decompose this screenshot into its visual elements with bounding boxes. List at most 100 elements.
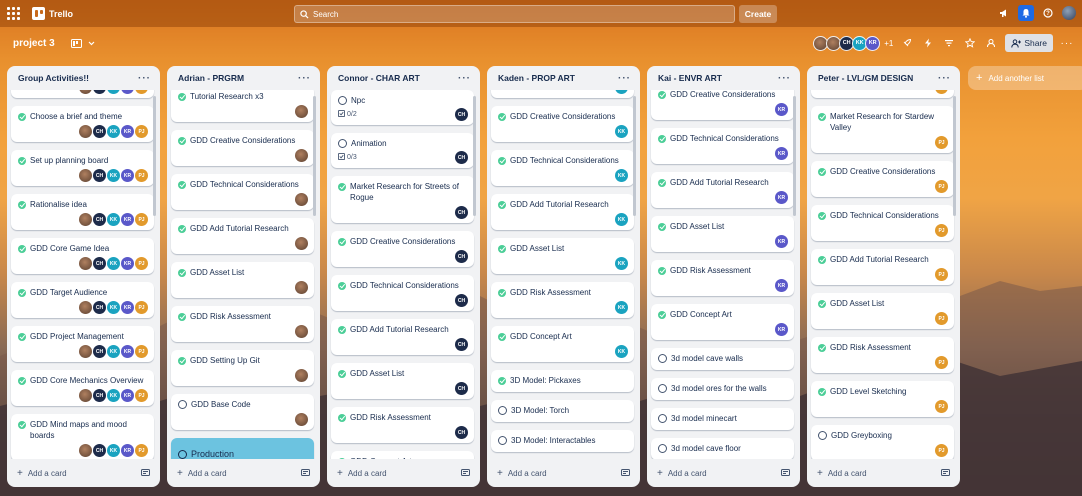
card-member-avatar[interactable]: PJ: [935, 356, 948, 369]
task-card[interactable]: GDD Target Audience CH KK KR PJ: [11, 282, 154, 318]
card-member-avatar[interactable]: PJ: [935, 268, 948, 281]
complete-check-icon[interactable]: [658, 178, 666, 187]
task-card[interactable]: 3d model cave floor: [651, 438, 794, 459]
card-member-avatar[interactable]: [295, 281, 308, 294]
add-card-button[interactable]: + Add a card: [177, 468, 227, 479]
task-card[interactable]: GDD Creative Considerations KR: [651, 90, 794, 120]
card-member-avatar[interactable]: [295, 325, 308, 338]
complete-check-icon[interactable]: [498, 332, 506, 341]
power-ups-rocket-icon[interactable]: [900, 36, 914, 50]
card-member-avatar[interactable]: [295, 149, 308, 162]
complete-check-icon[interactable]: [498, 156, 506, 165]
task-card[interactable]: Production: [171, 438, 314, 459]
card-member-avatar[interactable]: CH: [455, 206, 468, 219]
task-card[interactable]: GDD Add Tutorial Research: [171, 218, 314, 254]
trello-logo[interactable]: Trello: [32, 7, 73, 20]
task-card[interactable]: GDD Creative Considerations CH: [331, 231, 474, 267]
complete-check-icon[interactable]: [338, 369, 346, 378]
notifications-bell-icon[interactable]: [1018, 5, 1034, 21]
member-avatar[interactable]: KR: [865, 35, 881, 51]
task-card[interactable]: GDD Creative Considerations PJ: [811, 161, 954, 197]
complete-check-icon[interactable]: [178, 268, 186, 277]
list-menu-icon[interactable]: ···: [938, 73, 951, 84]
list-menu-icon[interactable]: ···: [298, 73, 311, 84]
complete-check-icon[interactable]: [18, 200, 26, 209]
incomplete-circle-icon[interactable]: [658, 384, 667, 393]
card-member-avatar[interactable]: CH: [93, 257, 106, 270]
task-card[interactable]: GDD Risk Assessment: [171, 306, 314, 342]
list-menu-icon[interactable]: ···: [458, 73, 471, 84]
list-scrollbar[interactable]: [633, 96, 636, 216]
complete-check-icon[interactable]: [338, 237, 346, 246]
list-header[interactable]: Adrian - PRGRM ···: [167, 66, 320, 90]
card-member-avatar[interactable]: KK: [107, 90, 120, 94]
complete-check-icon[interactable]: [818, 387, 826, 396]
complete-check-icon[interactable]: [498, 200, 506, 209]
complete-check-icon[interactable]: [338, 457, 346, 459]
list-title[interactable]: Adrian - PRGRM: [178, 73, 244, 83]
add-another-list-button[interactable]: + Add another list: [968, 66, 1082, 90]
card-member-avatar[interactable]: CH: [455, 108, 468, 121]
card-member-avatar[interactable]: CH: [455, 250, 468, 263]
complete-check-icon[interactable]: [498, 244, 506, 253]
board-view-switcher[interactable]: [70, 38, 95, 48]
list-header[interactable]: Kai - ENVR ART ···: [647, 66, 800, 90]
create-from-template-icon[interactable]: [461, 468, 470, 479]
list-scrollbar[interactable]: [153, 96, 156, 216]
task-card[interactable]: Npc 0/2 CH: [331, 90, 474, 125]
card-member-avatar[interactable]: PJ: [135, 301, 148, 314]
complete-check-icon[interactable]: [818, 167, 826, 176]
task-card[interactable]: 3d model ores for the walls: [651, 378, 794, 400]
card-member-avatar[interactable]: KR: [121, 444, 134, 457]
task-card[interactable]: GDD Core Game Idea CH KK KR PJ: [11, 238, 154, 274]
card-member-avatar[interactable]: KR: [775, 147, 788, 160]
task-card[interactable]: PJ: [811, 90, 954, 98]
complete-check-icon[interactable]: [338, 325, 346, 334]
add-card-button[interactable]: + Add a card: [337, 468, 387, 479]
list-header[interactable]: Peter - LVL/GM DESIGN ···: [807, 66, 960, 90]
task-card[interactable]: GDD Creative Considerations KK: [491, 106, 634, 142]
task-card[interactable]: GDD Risk Assessment PJ: [811, 337, 954, 373]
task-card[interactable]: 3d model cave walls: [651, 348, 794, 370]
task-card[interactable]: GDD Technical Considerations CH: [331, 275, 474, 311]
task-card[interactable]: GDD Asset List CH: [331, 363, 474, 399]
complete-check-icon[interactable]: [178, 312, 186, 321]
incomplete-circle-icon[interactable]: [658, 414, 667, 423]
add-card-button[interactable]: + Add a card: [17, 468, 67, 479]
card-member-avatar[interactable]: PJ: [935, 444, 948, 457]
card-member-avatar[interactable]: KR: [121, 389, 134, 402]
complete-check-icon[interactable]: [18, 112, 26, 121]
visibility-workspace-icon[interactable]: [984, 36, 998, 50]
list-header[interactable]: Connor - CHAR ART ···: [327, 66, 480, 90]
incomplete-circle-icon[interactable]: [498, 406, 507, 415]
card-member-avatar[interactable]: [79, 125, 92, 138]
automation-lightning-icon[interactable]: [921, 36, 935, 50]
list-scrollbar[interactable]: [793, 96, 796, 216]
task-card[interactable]: 3d model minecart: [651, 408, 794, 430]
card-member-avatar[interactable]: PJ: [935, 312, 948, 325]
incomplete-circle-icon[interactable]: [498, 436, 507, 445]
task-card[interactable]: 3D Model: Pickaxes: [491, 370, 634, 392]
complete-check-icon[interactable]: [658, 222, 666, 231]
card-member-avatar[interactable]: PJ: [135, 345, 148, 358]
card-member-avatar[interactable]: [79, 90, 92, 94]
incomplete-circle-icon[interactable]: [178, 400, 187, 409]
card-member-avatar[interactable]: [295, 237, 308, 250]
complete-check-icon[interactable]: [338, 413, 346, 422]
account-avatar[interactable]: [1062, 6, 1076, 20]
add-card-button[interactable]: + Add a card: [657, 468, 707, 479]
board-title[interactable]: project 3: [13, 38, 55, 49]
search-input[interactable]: Search: [294, 5, 735, 23]
complete-check-icon[interactable]: [18, 420, 26, 429]
app-switcher-icon[interactable]: [6, 7, 20, 21]
task-card[interactable]: GDD Technical Considerations KK: [491, 150, 634, 186]
card-member-avatar[interactable]: KR: [121, 257, 134, 270]
card-member-avatar[interactable]: [79, 345, 92, 358]
task-card[interactable]: GDD Technical Considerations: [171, 174, 314, 210]
card-member-avatar[interactable]: CH: [93, 125, 106, 138]
card-member-avatar[interactable]: KR: [121, 90, 134, 94]
complete-check-icon[interactable]: [178, 180, 186, 189]
card-member-avatar[interactable]: [295, 105, 308, 118]
card-member-avatar[interactable]: CH: [93, 169, 106, 182]
task-card[interactable]: Tutorial Research x3: [171, 90, 314, 122]
